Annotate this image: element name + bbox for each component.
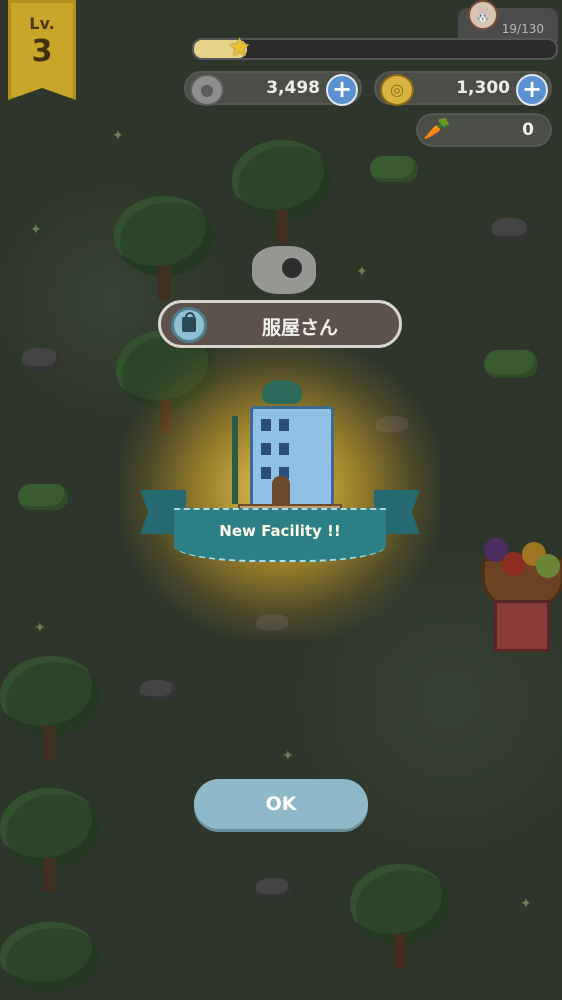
facility-name-pill: 服屋さん — [158, 300, 402, 348]
coin-icon: ◎ — [380, 74, 414, 106]
facility-name: 服屋さん — [261, 317, 338, 339]
carrot-value: 0 — [522, 120, 534, 140]
xp-count: 19/130 — [501, 22, 544, 36]
carrot-icon: 🥕 — [423, 117, 451, 142]
add-coin-button[interactable]: + — [516, 74, 548, 106]
new-facility-ribbon: New Facility !! — [140, 490, 420, 570]
level-badge: Lv. 3 — [8, 0, 76, 100]
coin-counter: ◎ 1,300 + — [374, 71, 552, 106]
star-icon: ★ — [228, 33, 252, 63]
coin-value: 1,300 — [456, 78, 510, 98]
ribbon-label: New Facility !! — [219, 522, 341, 540]
stone-counter: ● 3,498 + — [184, 71, 362, 106]
ok-button[interactable]: OK — [194, 779, 368, 829]
stone-value: 3,498 — [266, 78, 320, 98]
bunny-avatar-icon[interactable]: 🐰 — [468, 0, 498, 30]
add-stone-button[interactable]: + — [326, 74, 358, 106]
level-number: 3 — [31, 34, 53, 69]
stone-icon: ● — [190, 74, 224, 106]
shopping-bag-icon — [171, 307, 207, 343]
level-prefix: Lv. — [29, 14, 55, 33]
carrot-counter: 🥕 0 — [416, 113, 552, 147]
